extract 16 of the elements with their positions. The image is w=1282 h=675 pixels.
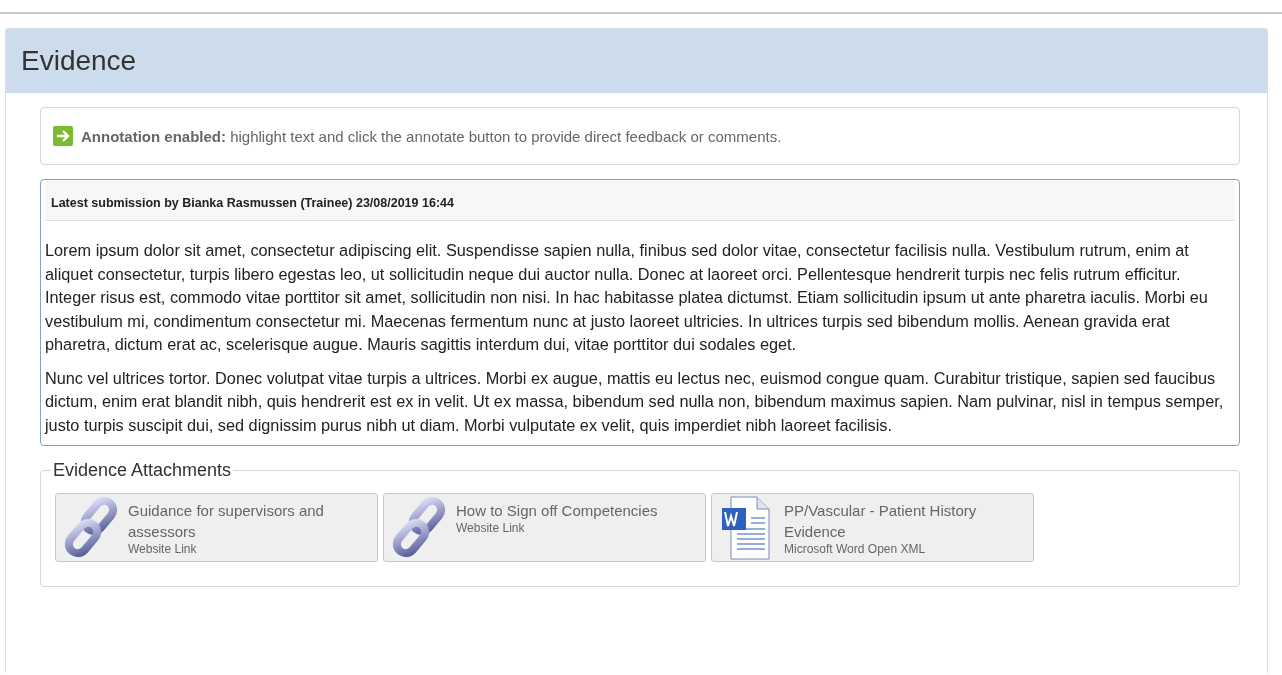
body-paragraph: Nunc vel ultrices tortor. Donec volutpat vitae turpis a ultrices. Morbi ex augue, mattis eu lectus nec, euismod congue quam. Curabitur tristique, sapien sed faucibus dictum, enim erat blandit nibh, quis hendrerit est ex in velit. Ut ex massa, bibendum sed nulla non, bibendum maximus sapien. Nam pulvinar, nisl in tempus semper, justo turpis suscipit dui, sed dignissim purus nibh ut diam. Morbi vulputate ex velit, quis imperdiet nibh laoreet facilisis. xyxy=(45,367,1225,436)
panel-title: Evidence xyxy=(6,29,1267,93)
attachment-type: Website Link xyxy=(128,542,198,556)
attachment-title: Guidance for supervisors and assessors xyxy=(128,501,325,542)
attachment-tile[interactable]: How to Sign off Competencies Website Link xyxy=(383,493,706,562)
attachment-type: Microsoft Word Open XML xyxy=(784,542,927,556)
attachment-tile[interactable]: PP/Vascular - Patient History Evidence Microsoft Word Open XML xyxy=(711,493,1034,562)
attachment-title: PP/Vascular - Patient History Evidence xyxy=(784,501,978,542)
annotation-notice: Annotation enabled: highlight text and click the annotate button to provide direct feedback or comments. xyxy=(81,127,782,145)
attachment-title: How to Sign off Competencies xyxy=(456,501,658,521)
attachment-type: Website Link xyxy=(456,521,526,535)
attachments-legend: Evidence Attachments xyxy=(51,460,234,481)
arrow-icon xyxy=(53,126,73,146)
body-paragraph: Lorem ipsum dolor sit amet, consectetur adipiscing elit. Suspendisse sapien nulla, finibus sed dolor vitae, consectetur facilisis nulla. Vestibulum rutrum, enim at aliquet consectetur, turpis libero egestas leo, ut sollicitudin neque dui auctor nulla. Donec at laoreet orci. Pellentesque hendrerit turpis nec felis rutrum efficitur. Integer risus est, commodo vitae porttitor sit amet, sollicitudin non nisi. In hac habitasse platea dictumst. Etiam sollicitudin ipsum ut ante pharetra iaculis. Morbi eu vestibulum mi, condimentum consectetur mi. Maecenas fermentum nunc at justo laoreet ultricies. In ultrices turpis sed bibendum mollis. Aenean gravida erat pharetra, dictum erat ac, scelerisque augue. Mauris sagittis interdum dui, vitae porttitor dui sodales eget. xyxy=(45,240,1209,355)
submission-heading: Latest submission by Bianka Rasmussen (Trainee) 23/08/2019 16:44 xyxy=(45,180,1235,221)
attachment-tile[interactable]: Guidance for supervisors and assessors Website Link xyxy=(55,493,378,562)
